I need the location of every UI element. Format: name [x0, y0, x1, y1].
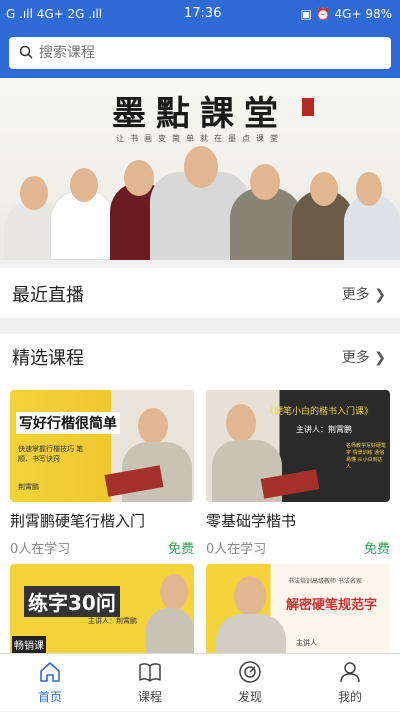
chevron-right-icon: ❯	[374, 287, 386, 303]
course-card[interactable]: 《硬笔小白的楷书入门课》 主讲人：荆霄鹏 名师教学写好硬笔字 情景训练 通俗易懂…	[206, 390, 390, 560]
learner-count: 0人在学习	[206, 542, 267, 557]
featured-section: 精选课程 更多 ❯ 写好行楷很简单 快速掌握行楷技巧 笔顺、书写诀窍 荆霄鹏 荆…	[0, 334, 400, 676]
thumb-title: 《硬笔小白的楷书入门课》	[264, 407, 373, 417]
course-card[interactable]: 写好行楷很简单 快速掌握行楷技巧 笔顺、书写诀窍 荆霄鹏 荆霄鹏硬笔行楷入门 0…	[10, 390, 194, 560]
price-badge: 免费	[363, 542, 390, 557]
user-icon	[340, 662, 360, 683]
thumb-author: 主讲人	[296, 639, 317, 647]
course-card[interactable]: 练字30问 主讲人：荆霄鹏 畅销课	[10, 564, 194, 676]
thumb-subtitle: 快速掌握行楷技巧 笔顺、书写诀窍	[18, 445, 84, 463]
thumb-author: 荆霄鹏	[18, 483, 39, 491]
tab-label: 首页	[37, 690, 62, 704]
home-icon	[40, 662, 60, 682]
tab-label: 我的	[337, 690, 362, 704]
banner-subtitle: 让书画变简单就在墨点课堂	[116, 134, 284, 143]
thumb-title: 解密硬笔规范字	[286, 598, 378, 613]
thumb-subtitle: 书法培训高级教师 书法名家	[288, 578, 362, 585]
signal-indicator: G .ıll 4G+ 2G .ıll	[6, 7, 103, 21]
thumb-subtitle: 主讲人：荆霄鹏	[296, 425, 352, 434]
more-label: 更多	[341, 350, 370, 366]
thumb-title: 练字30问	[24, 586, 120, 617]
clock: 17:36	[184, 6, 222, 21]
battery-indicator: ▣ ⏰ 4G+ 98%	[300, 7, 392, 21]
featured-title: 精选课程	[12, 348, 84, 369]
promo-banner[interactable]: 墨點課堂 让书画变简单就在墨点课堂	[0, 78, 400, 260]
learner-count: 0人在学习	[10, 542, 71, 557]
more-label: 更多	[341, 287, 370, 303]
search-input[interactable]	[39, 42, 379, 64]
price-badge: 免费	[167, 542, 194, 557]
thumb-author: 畅销课	[12, 636, 46, 653]
course-card[interactable]: 解密硬笔规范字 书法培训高级教师 书法名家 主讲人	[206, 564, 390, 676]
recent-live-section: 最近直播 更多 ❯	[0, 268, 400, 318]
status-bar: G .ıll 4G+ 2G .ıll 17:36 ▣ ⏰ 4G+ 98%	[0, 0, 400, 28]
tab-label: 发现	[237, 690, 262, 704]
thumb-subtitle: 主讲人：荆霄鹏	[88, 617, 137, 625]
tab-label: 课程	[137, 690, 162, 704]
tab-discover[interactable]: 发现	[200, 654, 300, 712]
book-icon	[139, 663, 161, 682]
course-name: 荆霄鹏硬笔行楷入门	[10, 512, 146, 530]
tab-profile[interactable]: 我的	[300, 654, 400, 712]
search-icon	[19, 45, 33, 59]
bottom-tab-bar: 首页 课程 发现 我的	[0, 653, 400, 711]
search-header	[0, 28, 400, 78]
search-box[interactable]	[9, 37, 391, 69]
recent-live-more-link[interactable]: 更多 ❯	[342, 284, 386, 304]
chevron-right-icon: ❯	[374, 350, 386, 366]
tab-courses[interactable]: 课程	[100, 654, 200, 712]
course-name: 零基础学楷书	[206, 512, 297, 530]
banner-title: 墨點課堂	[112, 94, 288, 134]
thumb-author: 名师教学写好硬笔字 情景训练 通俗易懂 从小白到达人	[346, 443, 387, 470]
featured-more-link[interactable]: 更多 ❯	[342, 347, 386, 367]
recent-live-title: 最近直播	[12, 285, 84, 306]
seal-stamp	[302, 98, 314, 116]
course-thumbnail: 《硬笔小白的楷书入门课》 主讲人：荆霄鹏 名师教学写好硬笔字 情景训练 通俗易懂…	[206, 390, 390, 502]
compass-icon	[239, 661, 261, 683]
course-thumbnail: 写好行楷很简单 快速掌握行楷技巧 笔顺、书写诀窍 荆霄鹏	[10, 390, 194, 502]
thumb-title: 写好行楷很简单	[16, 412, 120, 434]
tab-home[interactable]: 首页	[0, 654, 100, 712]
